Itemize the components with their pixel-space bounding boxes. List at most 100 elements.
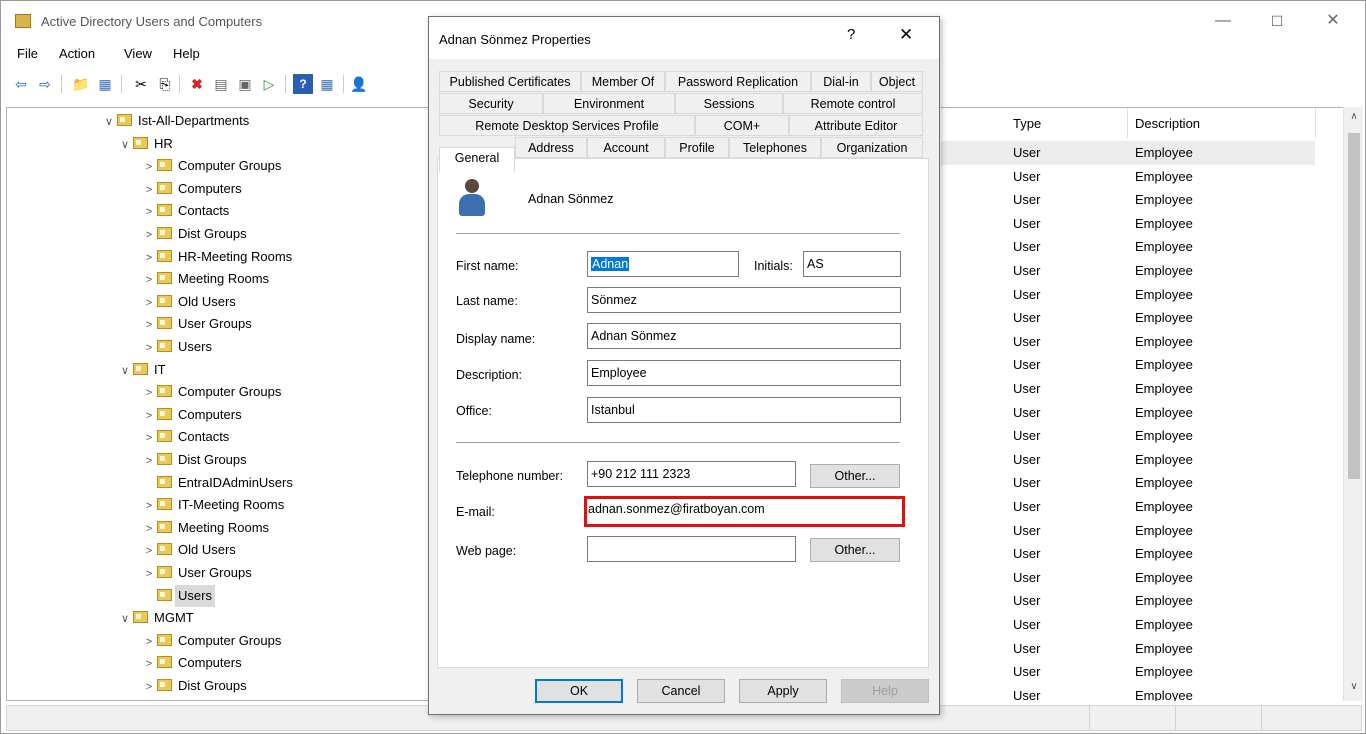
scroll-up-icon[interactable]: ∧ [1344, 111, 1364, 129]
chevron-right-icon[interactable]: > [141, 179, 157, 201]
refresh-icon[interactable]: ▣ [235, 74, 255, 94]
description-field[interactable]: Employee [587, 360, 901, 386]
chevron-right-icon[interactable]: > [141, 292, 157, 314]
chevron-right-icon[interactable]: > [141, 405, 157, 427]
list-row[interactable]: User Employee [941, 637, 1315, 661]
list-row[interactable]: User Employee [941, 495, 1315, 519]
web-page-other-button[interactable]: Other... [810, 538, 900, 562]
column-header-description[interactable]: Description [1135, 116, 1200, 131]
close-icon[interactable]: ✕ [1319, 9, 1347, 33]
tree-item[interactable]: > Computer Groups [141, 381, 282, 404]
list-row[interactable]: User Employee [941, 330, 1315, 354]
help-icon[interactable]: ? [293, 74, 313, 94]
help-button[interactable]: Help [841, 679, 929, 703]
tab-general[interactable]: General [439, 147, 515, 172]
list-row[interactable]: User Employee [941, 471, 1315, 495]
telephone-other-button[interactable]: Other... [810, 464, 900, 488]
list-row[interactable]: User Employee [941, 141, 1315, 165]
list-row[interactable]: User Employee [941, 212, 1315, 236]
chevron-right-icon[interactable]: > [141, 540, 157, 562]
chevron-right-icon[interactable]: > [141, 337, 157, 359]
tab-organization[interactable]: Organization [821, 137, 923, 158]
tree-item[interactable]: Users [141, 584, 215, 607]
menu-file[interactable]: File [17, 46, 38, 61]
list-row[interactable]: User Employee [941, 283, 1315, 307]
list-row[interactable]: User Employee [941, 424, 1315, 448]
list-row[interactable]: User Employee [941, 589, 1315, 613]
forward-arrow-icon[interactable]: ⇨ [35, 74, 55, 94]
ok-button[interactable]: OK [535, 679, 623, 703]
tree-item[interactable]: > Old Users [141, 291, 236, 313]
tree-item[interactable]: > Contacts [141, 426, 230, 449]
delete-icon[interactable]: ✖ [187, 74, 207, 94]
list-row[interactable]: User Employee [941, 660, 1315, 684]
last-name-field[interactable]: Sönmez [587, 287, 901, 313]
display-name-field[interactable]: Adnan Sönmez [587, 323, 901, 349]
chevron-right-icon[interactable]: > [141, 495, 157, 517]
list-row[interactable]: User Employee [941, 542, 1315, 566]
initials-field[interactable]: AS [803, 251, 901, 277]
tree-item[interactable]: > Computers [141, 404, 242, 426]
tree-item[interactable]: > Dist Groups [141, 675, 247, 697]
tree-item[interactable]: > Dist Groups [141, 223, 247, 245]
list-row[interactable]: User Employee [941, 188, 1315, 212]
tree-item[interactable]: > Dist Groups [141, 449, 247, 471]
list-row[interactable]: User Employee [941, 401, 1315, 425]
tab-com-plus[interactable]: COM+ [695, 115, 789, 136]
email-field[interactable]: adnan.sonmez@firatboyan.com [584, 496, 905, 527]
new-user-icon[interactable]: 👤 [349, 74, 369, 94]
tree-item[interactable]: > Meeting Rooms [141, 517, 269, 539]
vertical-scrollbar[interactable]: ∧ ∨ [1343, 107, 1363, 701]
tree-item[interactable]: > HR-Meeting Rooms [141, 246, 292, 268]
chevron-right-icon[interactable]: > [141, 563, 157, 585]
minimize-icon[interactable]: — [1209, 9, 1237, 33]
tab-address[interactable]: Address [515, 137, 587, 158]
tree-item[interactable]: > IT-Meeting Rooms [141, 494, 284, 516]
chevron-right-icon[interactable]: > [141, 201, 157, 223]
dialog-close-icon[interactable]: ✕ [899, 25, 913, 45]
chevron-right-icon[interactable]: > [141, 631, 157, 653]
chevron-right-icon[interactable]: > [141, 450, 157, 472]
back-arrow-icon[interactable]: ⇦ [11, 74, 31, 94]
paste-icon[interactable]: ⎘ [155, 74, 175, 94]
tab-remote-desktop-services-profile[interactable]: Remote Desktop Services Profile [439, 115, 695, 136]
tree-item[interactable]: > Meeting Rooms [141, 268, 269, 290]
tab-dial-in[interactable]: Dial-in [811, 71, 871, 92]
list-row[interactable]: User Employee [941, 235, 1315, 259]
tab-member-of[interactable]: Member Of [581, 71, 665, 92]
chevron-right-icon[interactable]: > [141, 224, 157, 246]
tree-item[interactable]: > Computer Groups [141, 630, 282, 653]
list-row[interactable]: User Employee [941, 306, 1315, 330]
menu-help[interactable]: Help [173, 46, 200, 61]
dialog-help-icon[interactable]: ? [847, 26, 855, 43]
tab-account[interactable]: Account [587, 137, 665, 158]
scroll-thumb[interactable] [1348, 133, 1360, 479]
chevron-down-icon[interactable]: ∨ [117, 134, 133, 156]
chevron-down-icon[interactable]: ∨ [117, 360, 133, 382]
telephone-field[interactable]: +90 212 111 2323 [587, 461, 796, 487]
maximize-icon[interactable]: ☐ [1263, 9, 1291, 33]
list-row[interactable]: User Employee [941, 377, 1315, 401]
tree-item[interactable]: > Old Users [141, 539, 236, 561]
chevron-right-icon[interactable]: > [141, 427, 157, 449]
tree-item[interactable]: ∨ Ist-All-Departments [101, 110, 249, 132]
tab-remote-control[interactable]: Remote control [783, 93, 923, 114]
properties-icon[interactable]: ▤ [211, 74, 231, 94]
show-pane-icon[interactable]: ▦ [317, 74, 337, 94]
tree-item[interactable]: > Computer Groups [141, 155, 282, 177]
chevron-right-icon[interactable]: > [141, 653, 157, 675]
tab-object[interactable]: Object [871, 71, 923, 92]
list-row[interactable]: User Employee [941, 448, 1315, 472]
chevron-right-icon[interactable]: > [141, 382, 157, 404]
up-folder-icon[interactable]: 📁 [71, 74, 91, 94]
list-row[interactable]: User Employee [941, 566, 1315, 590]
tree-item[interactable]: > Contacts [141, 200, 230, 223]
tab-profile[interactable]: Profile [665, 137, 729, 158]
chevron-right-icon[interactable]: > [141, 314, 157, 336]
chevron-right-icon[interactable]: > [141, 269, 157, 291]
list-row[interactable]: User Employee [941, 353, 1315, 377]
tree-item[interactable]: > User Groups [141, 562, 252, 584]
list-row[interactable]: User Employee [941, 613, 1315, 637]
tree-item[interactable]: > User Groups [141, 313, 252, 335]
list-row[interactable]: User Employee [941, 519, 1315, 543]
